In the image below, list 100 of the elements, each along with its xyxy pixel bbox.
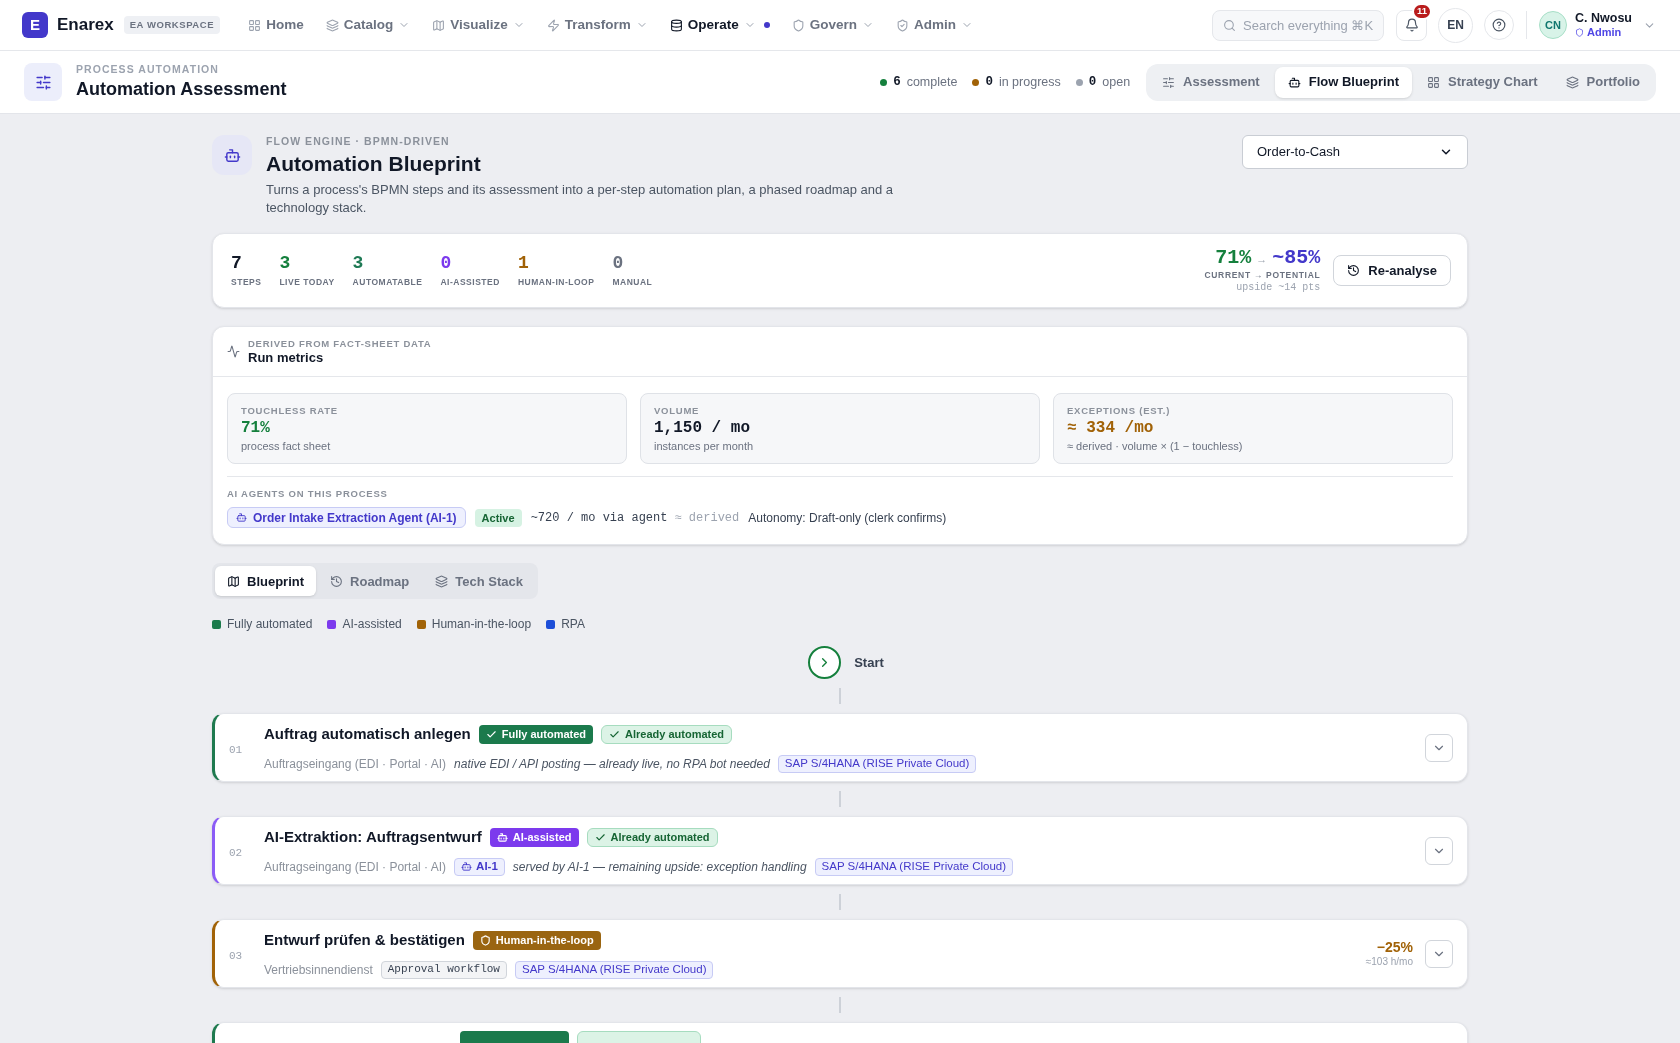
history-icon <box>330 574 344 588</box>
section-title: Automation Blueprint <box>266 150 482 177</box>
agent-chip[interactable]: Order Intake Extraction Agent (AI-1) <box>227 507 466 529</box>
stat-value: 1 <box>517 254 530 272</box>
legend-label: Fully automated <box>227 616 313 634</box>
layers-icon <box>325 18 339 32</box>
nav-item[interactable]: Govern <box>781 9 885 41</box>
user-role: Admin <box>1587 27 1622 39</box>
sliders-icon <box>24 63 62 101</box>
step-title: Entwurf prüfen & bestätigen <box>264 930 465 950</box>
reanalyse-button[interactable]: Re-analyse <box>1333 254 1451 286</box>
automation-mode-badge: Fully automated <box>478 724 594 744</box>
page-title: Automation Assessment <box>76 77 287 100</box>
map-icon <box>432 18 446 32</box>
section-eyebrow: FLOW ENGINE · BPMN-DRIVEN <box>266 136 451 147</box>
robot-icon <box>236 512 247 524</box>
map-icon <box>227 574 240 588</box>
stat-label: AUTOMATABLE <box>352 278 423 287</box>
current-rate: 71% <box>1215 248 1252 268</box>
connector-line <box>839 688 841 705</box>
stat-label: STEPS <box>231 278 262 287</box>
layers-icon <box>1565 75 1579 89</box>
user-name: C. Nwosu <box>1575 11 1632 25</box>
metric-label: EXCEPTIONS (EST.) <box>1067 405 1172 416</box>
status-label: in progress <box>998 73 1061 91</box>
nav-item[interactable]: Home <box>238 9 314 41</box>
section-description: Turns a process's BPMN steps and its assessment into a per-step automation plan, a phased roadmap and a technology stack. <box>266 180 895 217</box>
start-label: Start <box>854 654 884 672</box>
step-number: 01 <box>229 743 243 756</box>
notification-count-badge: 11 <box>1412 2 1433 20</box>
stat-label: HUMAN-IN-LOOP <box>517 278 595 287</box>
expand-button[interactable] <box>1425 939 1453 968</box>
potential-rate: ~85% <box>1272 248 1321 268</box>
step-lane: Vertriebsinnendienst <box>264 961 373 979</box>
bell-icon <box>1404 18 1419 32</box>
stat-value: 7 <box>231 254 243 272</box>
metric-label: TOUCHLESS RATE <box>241 405 339 416</box>
step-number: 02 <box>229 846 243 859</box>
step-lane: Auftragseingang (EDI · Portal · AI) <box>264 858 447 876</box>
process-select[interactable]: Order-to-Cash <box>1242 135 1468 169</box>
content-tab[interactable]: Tech Stack <box>423 566 535 597</box>
metric-value: ≈ 334 /mo <box>1067 420 1155 437</box>
status-count: 0 <box>985 73 993 91</box>
stat-value: 0 <box>440 254 453 272</box>
stat-label: AI-ASSISTED <box>440 278 500 287</box>
stat-value: 0 <box>612 254 625 272</box>
nav-item[interactable]: Admin <box>886 9 984 41</box>
connector-line <box>839 997 841 1014</box>
step-title: AI-Extraktion: Auftragsentwurf <box>264 827 482 847</box>
stat-value: 3 <box>279 254 292 272</box>
view-tab[interactable]: Portfolio <box>1552 66 1653 98</box>
status-count: 6 <box>893 73 901 91</box>
search-field[interactable]: Search everything ⌘K <box>1212 9 1385 41</box>
expand-button[interactable] <box>1425 733 1453 762</box>
language-button[interactable]: EN <box>1438 7 1474 43</box>
user-avatar[interactable]: CN <box>1539 11 1568 39</box>
nav-item[interactable]: Visualize <box>422 9 535 41</box>
lightning-bolt-icon <box>546 18 560 32</box>
nav-item[interactable]: Catalog <box>315 9 421 41</box>
content-tab[interactable]: Roadmap <box>318 566 422 597</box>
expand-button[interactable] <box>1425 836 1453 865</box>
status-badge: Already automated <box>586 827 718 847</box>
sliders-icon <box>1162 75 1176 89</box>
automation-mode-badge: AI-assisted <box>489 827 579 847</box>
robot-icon <box>1287 75 1301 89</box>
rate-caption: CURRENT → POTENTIAL <box>1204 271 1321 280</box>
shield-icon <box>1575 28 1585 38</box>
status-label: complete <box>906 73 958 91</box>
check-icon <box>609 728 621 740</box>
status-label: open <box>1102 73 1131 91</box>
step-lane: Auftragseingang (EDI · Portal · AI) <box>264 755 447 773</box>
arrow-text: → <box>1256 254 1268 265</box>
stat-label: LIVE TODAY <box>279 278 335 287</box>
system-tag: SAP S/4HANA (RISE Private Cloud) <box>777 754 977 773</box>
status-badge: Already automated <box>601 724 733 744</box>
activity-icon <box>227 344 240 358</box>
derived-note: ≈ derived <box>674 509 740 527</box>
robot-icon <box>496 831 508 843</box>
content-tab[interactable]: Blueprint <box>215 566 317 597</box>
logo-mark[interactable]: E <box>22 12 48 38</box>
agents-heading: AI AGENTS ON THIS PROCESS <box>227 488 389 499</box>
shield-icon <box>791 18 805 32</box>
grid-icon <box>1427 75 1440 89</box>
help-button[interactable] <box>1484 10 1515 40</box>
check-icon <box>485 728 497 740</box>
metric-note: ≈ derived · volume × (1 − touchless) <box>1067 441 1244 453</box>
view-tab[interactable]: Assessment <box>1149 66 1273 98</box>
automation-mode-badge: Human-in-the-loop <box>472 930 601 950</box>
nav-item[interactable]: Operate <box>659 9 780 41</box>
grid-icon <box>248 18 262 32</box>
metric-note: instances per month <box>654 441 755 453</box>
view-tab[interactable]: Strategy Chart <box>1414 66 1551 98</box>
page-eyebrow: PROCESS AUTOMATION <box>76 64 220 75</box>
upside-note: upside ~14 pts <box>1236 282 1321 293</box>
agent-tag[interactable]: AI-1 <box>454 857 505 876</box>
status-count: 0 <box>1088 73 1097 91</box>
stat-label: MANUAL <box>612 278 653 287</box>
step-number: 03 <box>229 949 243 962</box>
nav-item[interactable]: Transform <box>536 9 658 41</box>
view-tab[interactable]: Flow Blueprint <box>1274 66 1412 98</box>
